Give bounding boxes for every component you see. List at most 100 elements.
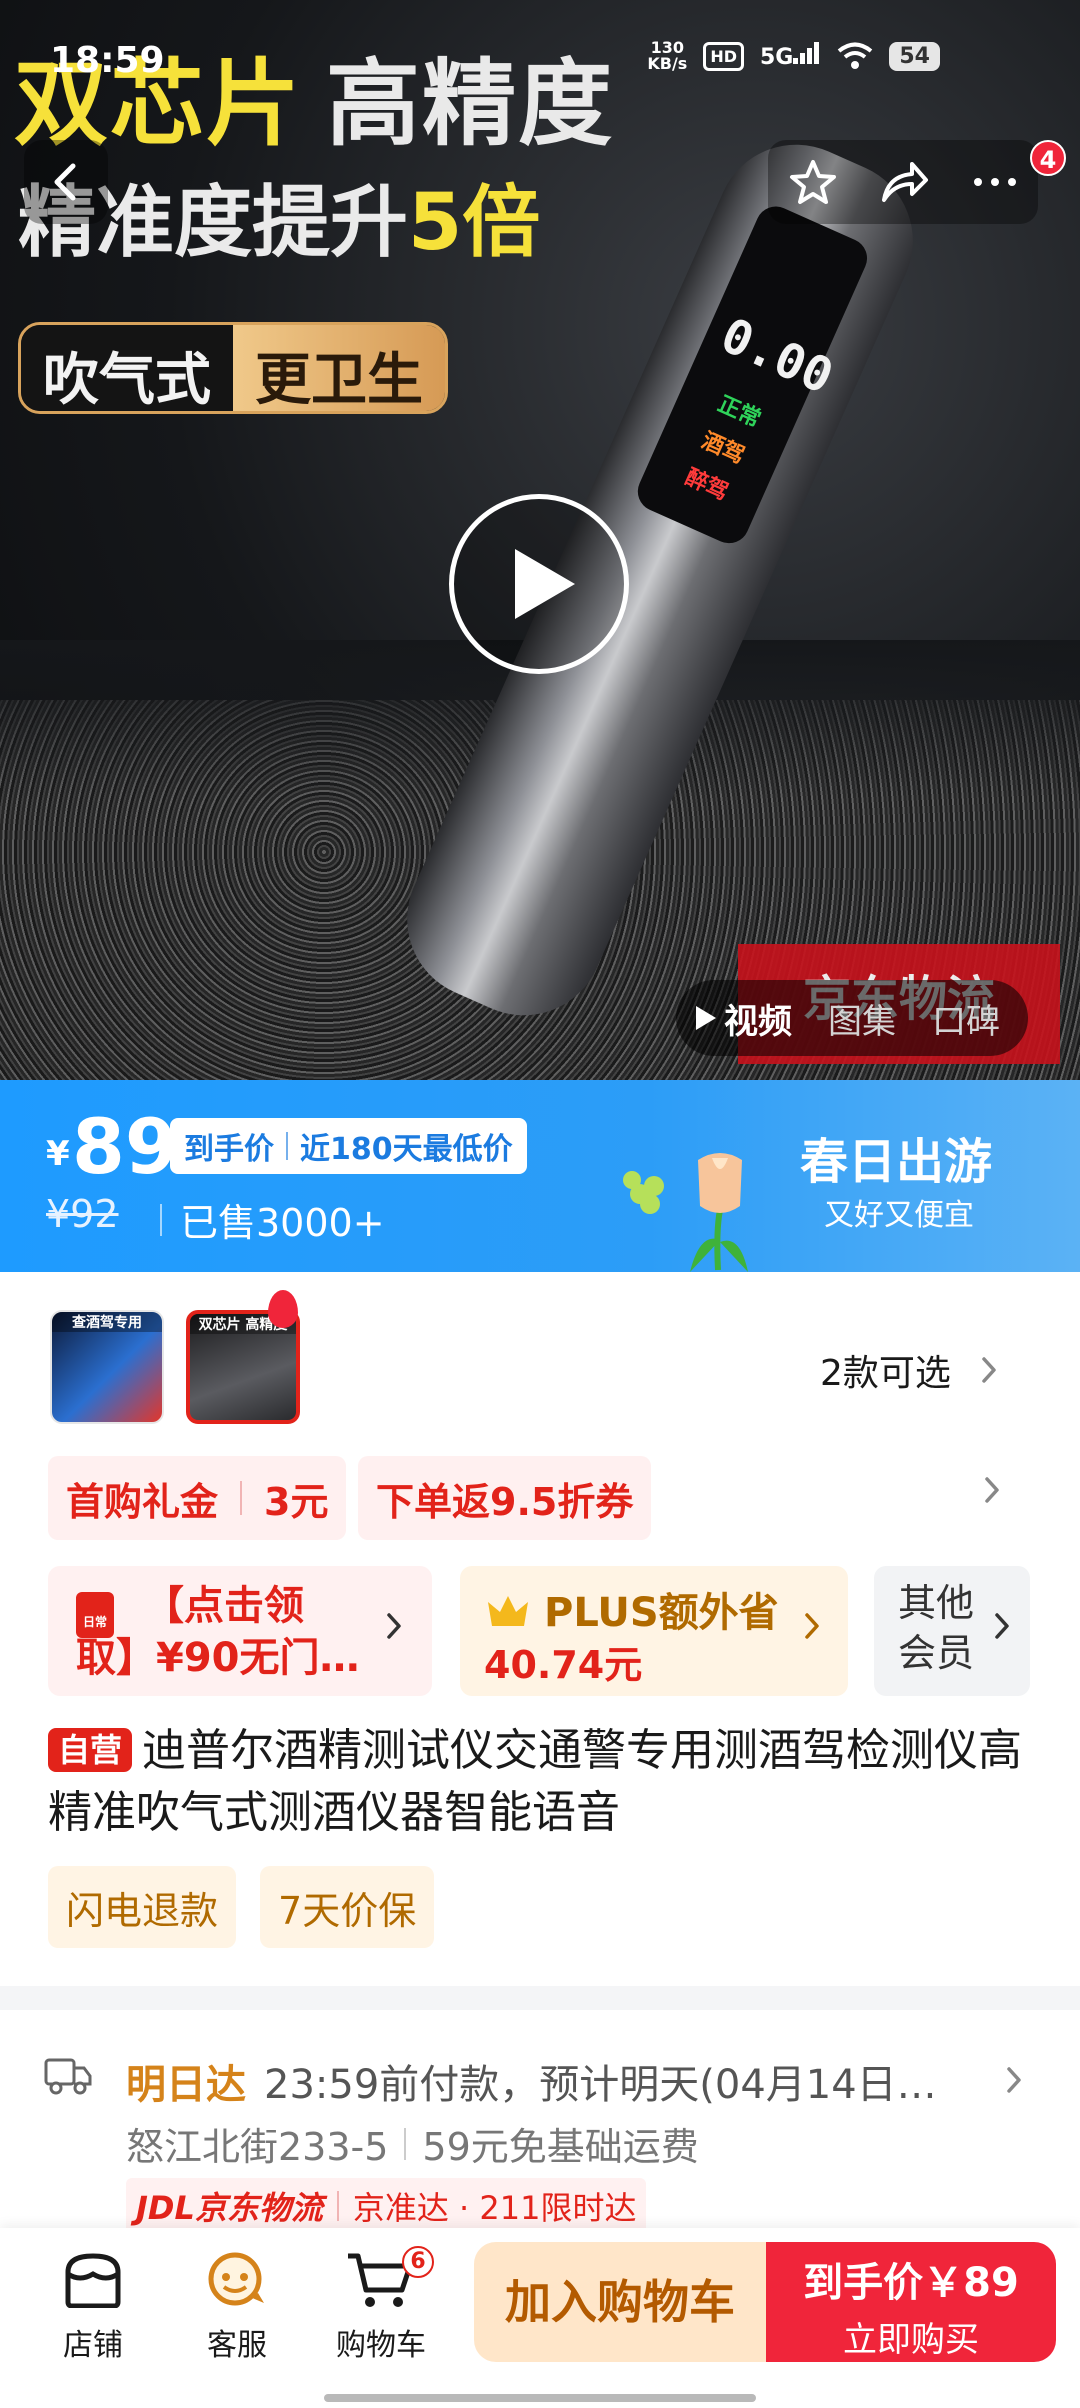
tab-video[interactable]: 视频 [696, 994, 792, 1043]
chevron-right-icon[interactable] [984, 1476, 1000, 1504]
claim-coupon-card[interactable]: 日常 【点击领 取】¥90无门… [48, 1566, 432, 1696]
back-button[interactable] [24, 140, 108, 224]
tab-gallery[interactable]: 图集 [828, 994, 896, 1043]
status-time: 18:59 [50, 40, 165, 81]
signal-bars-icon [793, 42, 820, 64]
device-tag-drunk: 醉驾 [681, 464, 732, 506]
other-members-label: 其他会员 [898, 1581, 975, 1675]
price-banner: ¥ 89 到手价 近180天最低价 ¥92 已售3000+ 春日出游 又好又便宜 [0, 1080, 1080, 1272]
tab-reviews-label: 口碑 [932, 1001, 1000, 1042]
delivery-divider [404, 2127, 407, 2160]
spring-campaign-title[interactable]: 春日出游 [800, 1122, 992, 1192]
other-members-card[interactable]: 其他会员 [874, 1566, 1030, 1696]
price-tag: 到手价 近180天最低价 [170, 1118, 527, 1174]
delivery-eta: 明日达 23:59前付款，预计明天(04月14日… [126, 2052, 954, 2110]
chevron-right-icon [387, 1613, 401, 1639]
more-icon[interactable] [973, 177, 1017, 187]
rebate-coupon-label: 下单返9.5折券 [376, 1479, 634, 1524]
wifi-icon [838, 42, 873, 69]
delivery-shipping: 59元免基础运费 [422, 2125, 699, 2169]
buy-now-price: 到手价￥89 [803, 2260, 1019, 2306]
jdl-logo: JDL京东物流 [136, 2189, 323, 2227]
play-icon [515, 549, 575, 619]
price-tag-divider [286, 1132, 288, 1160]
tab-reviews[interactable]: 口碑 [932, 994, 1000, 1043]
customer-service-label: 客服 [207, 2328, 267, 2363]
top-actions [768, 140, 1038, 224]
variant-count[interactable]: 2款可选 [820, 1344, 997, 1396]
sold-count-text: 已售3000+ [180, 1201, 385, 1245]
coupon-divider [240, 1481, 243, 1515]
promo-hygienic: 更卫生 [233, 325, 445, 411]
tab-video-label: 视频 [724, 1001, 792, 1042]
rebate-coupon[interactable]: 下单返9.5折券 [358, 1456, 652, 1540]
customer-service-icon [208, 2252, 264, 2306]
delivery-address-line: 怒江北街233-5 59元免基础运费 [126, 2116, 699, 2171]
spring-campaign-subtitle: 又好又便宜 [824, 1198, 974, 1233]
variant-selector[interactable]: 查酒驾专用 双芯片 高精度 2款可选 [0, 1272, 1080, 1462]
chevron-right-icon [805, 1613, 819, 1639]
device-tag-drink: 酒驾 [697, 428, 749, 470]
network-label: 5G [760, 45, 794, 70]
buy-now-label: 立即购买 [843, 2320, 979, 2360]
product-title: 自营 迪普尔酒精测试仪交通警专用测酒驾检测仪高精准吹气式测酒仪器智能语音 [48, 1720, 1038, 1844]
chevron-left-icon [54, 163, 76, 201]
net-speed-unit: KB/s [647, 54, 688, 73]
service-tags: 闪电退款 7天价保 [48, 1866, 435, 1948]
sold-count: 已售3000+ [160, 1192, 385, 1247]
tulip-decoration-icon [623, 1153, 748, 1272]
price-tag-lowest: 近180天最低价 [300, 1132, 513, 1167]
truck-icon [44, 2058, 92, 2095]
promo-multiplier: 5倍 [408, 178, 541, 268]
tab-gallery-label: 图集 [828, 1001, 896, 1042]
device-tag-normal: 正常 [713, 391, 765, 433]
delivery-address: 怒江北街233-5 [126, 2125, 389, 2169]
price-currency: ¥ [46, 1134, 70, 1174]
section-divider [0, 1986, 1080, 2010]
bottom-action-bar: 店铺 客服 购物车 6 加入购物车 到手价￥89 立即购买 [0, 2228, 1080, 2408]
plus-savings-card[interactable]: PLUS额外省 40.74元 [460, 1566, 848, 1696]
hot-flame-icon [268, 1290, 298, 1328]
service-tag-price-protect[interactable]: 7天价保 [260, 1866, 435, 1948]
self-operated-badge: 自营 [48, 1728, 133, 1772]
first-purchase-label: 首购礼金 [66, 1479, 219, 1524]
jdl-service-text: 京准达 · 211限时达 [352, 2189, 637, 2227]
media-tabs: 视频 图集 口碑 [676, 980, 1028, 1056]
message-count-badge: 4 [1030, 140, 1066, 176]
product-title-text: 迪普尔酒精测试仪交通警专用测酒驾检测仪高精准吹气式测酒仪器智能语音 [48, 1725, 1023, 1838]
add-to-cart-button[interactable]: 加入购物车 [474, 2242, 766, 2362]
claim-coupon-text-1: 【点击领 [144, 1583, 304, 1629]
favorite-star-icon[interactable] [789, 158, 837, 206]
plus-savings-value: 40.74元 [484, 1643, 643, 1687]
coupon-row[interactable]: 首购礼金 3元 下单返9.5折券 [0, 1456, 1080, 1546]
first-purchase-value: 3元 [264, 1479, 329, 1524]
price-tag-final: 到手价 [184, 1132, 274, 1167]
customer-service-button[interactable]: 客服 [172, 2240, 302, 2364]
play-video-button[interactable] [449, 494, 629, 674]
net-speed: 130 KB/s [647, 40, 687, 72]
delivery-info[interactable]: 明日达 23:59前付款，预计明天(04月14日… 怒江北街233-5 59元免… [0, 2010, 1080, 2240]
variant-thumb-1[interactable]: 查酒驾专用 [50, 1310, 164, 1424]
cart-count-badge: 6 [402, 2246, 434, 2278]
buy-now-button[interactable]: 到手价￥89 立即购买 [766, 2242, 1056, 2362]
price-amount: 89 [72, 1102, 178, 1191]
delivery-brand: 明日达 [126, 2062, 246, 2108]
chevron-right-icon [995, 1613, 1009, 1639]
store-button[interactable]: 店铺 [28, 2240, 158, 2364]
delivery-detail: 23:59前付款，预计明天(04月14日… [264, 2062, 937, 2108]
play-small-icon [696, 1006, 716, 1030]
device-screen: 0.00 正常 酒驾 醉驾 [631, 200, 874, 550]
first-purchase-coupon[interactable]: 首购礼金 3元 [48, 1456, 347, 1540]
battery-icon: 54 [889, 41, 940, 71]
signal-5g-icon: 5G [760, 42, 821, 70]
store-label: 店铺 [63, 2328, 123, 2363]
original-price: ¥92 [46, 1192, 119, 1236]
service-tag-fast-refund[interactable]: 闪电退款 [48, 1866, 237, 1948]
benefit-row: 日常 【点击领 取】¥90无门… PLUS额外省 40.74元 其他会员 [0, 1566, 1080, 1698]
home-indicator[interactable] [324, 2394, 756, 2402]
claim-coupon-text-2: 取】¥90无门… [76, 1635, 360, 1681]
share-icon[interactable] [880, 160, 930, 204]
promo-blow-type: 吹气式 [21, 325, 233, 411]
store-icon [65, 2253, 121, 2308]
variant-thumb-1-label: 查酒驾专用 [52, 1312, 162, 1332]
